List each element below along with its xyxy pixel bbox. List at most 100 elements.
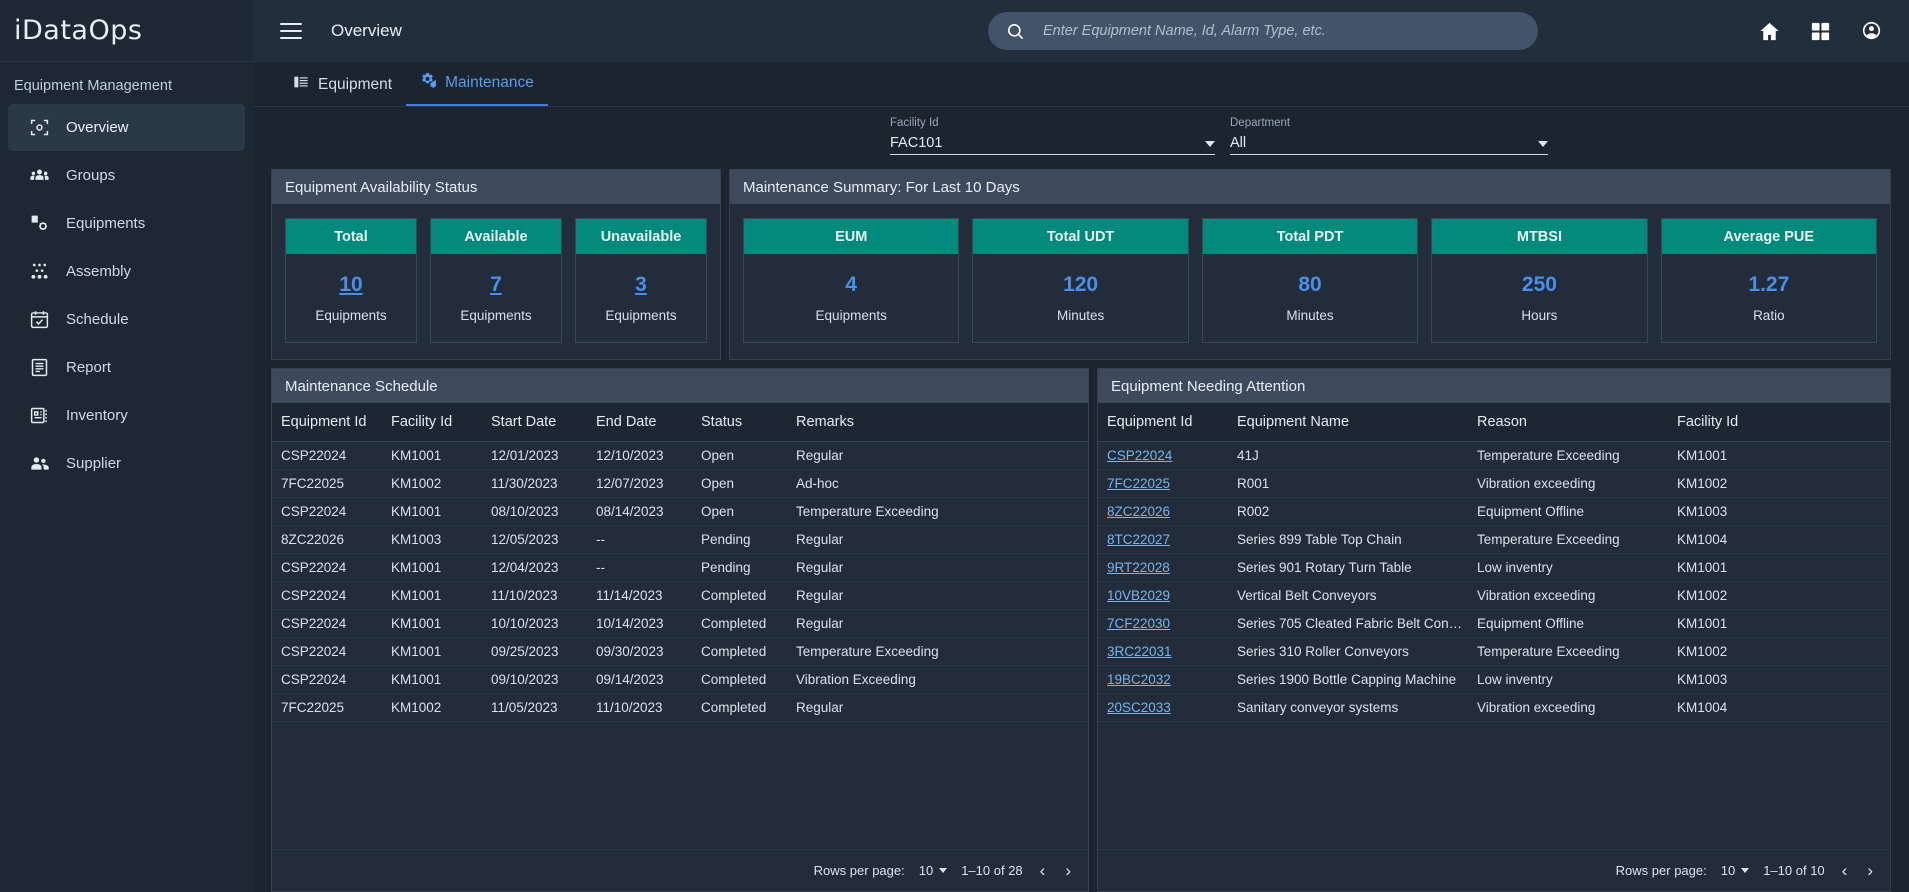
kpi-card-value[interactable]: 3 [635,273,647,297]
sidebar-item-groups[interactable]: Groups [8,152,245,199]
table-cell: KM1001 [382,553,482,581]
sidebar-item-label: Assembly [66,263,131,280]
hamburger-icon[interactable] [280,23,302,40]
table-cell: Completed [692,665,787,693]
cell-text[interactable]: 10VB2029 [1107,588,1170,603]
cell-text[interactable]: 3RC22031 [1107,644,1172,659]
equipment-id-link[interactable]: 20SC2033 [1098,693,1228,721]
kpi-card-value[interactable]: 7 [490,273,502,297]
sidebar-item-schedule[interactable]: Schedule [8,296,245,343]
table-row: 20SC2033Sanitary conveyor systemsVibrati… [1098,693,1890,721]
kpi-row: Equipment Availability Status Total10Equ… [253,169,1909,360]
table-cell: Open [692,441,787,469]
sidebar-item-supplier[interactable]: Supplier [8,440,245,487]
equipment-id-link[interactable]: 7CF22030 [1098,609,1228,637]
brand-logo[interactable]: iDataOps [0,0,253,62]
kpi-card-value: 80 [1298,273,1321,297]
filter-facility-id-label: Facility Id [890,117,1215,129]
kpi-card-unit: Equipments [315,308,386,323]
sidebar-item-assembly[interactable]: Assembly [8,248,245,295]
table-cell: Equipment Offline [1468,497,1668,525]
next-page-button[interactable]: › [1062,861,1074,881]
table-cell: Completed [692,609,787,637]
cell-text[interactable]: CSP22024 [1107,448,1172,463]
top-icon-group [1758,20,1883,43]
search-input[interactable]: Enter Equipment Name, Id, Alarm Type, et… [988,12,1538,50]
equipment-id-link[interactable]: CSP22024 [1098,441,1228,469]
table-row: 7CF22030Series 705 Cleated Fabric Belt C… [1098,609,1890,637]
equipment-id-link[interactable]: 8ZC22026 [1098,497,1228,525]
account-circle-icon[interactable] [1860,20,1883,43]
sidebar-item-inventory[interactable]: Inventory [8,392,245,439]
apps-grid-icon[interactable] [1809,20,1832,43]
table-cell: Vibration Exceeding [787,665,1088,693]
cell-text[interactable]: 7FC22025 [1107,476,1170,491]
filter-facility-id[interactable]: Facility Id FAC101 [890,117,1215,155]
column-header: Facility Id [382,403,482,441]
sidebar-item-label: Overview [66,119,129,136]
table-row: CSP22024KM100109/10/202309/14/2023Comple… [272,665,1088,693]
cell-text[interactable]: 7CF22030 [1107,616,1170,631]
table-cell: 8ZC22026 [272,525,382,553]
table-cell: Series 310 Roller Conveyors [1228,637,1468,665]
report-icon [28,357,50,379]
table-cell: Temperature Exceeding [1468,637,1668,665]
next-page-button[interactable]: › [1864,861,1876,881]
list-icon [293,74,309,95]
kpi-card-body: 7Equipments [431,254,561,342]
cell-text[interactable]: 8ZC22026 [1107,504,1170,519]
kpi-card-value[interactable]: 10 [339,273,362,297]
sidebar-item-overview[interactable]: Overview [8,104,245,151]
equipment-id-link[interactable]: 8TC22027 [1098,525,1228,553]
sidebar-item-report[interactable]: Report [8,344,245,391]
prev-page-button[interactable]: ‹ [1839,861,1851,881]
sidebar-item-equipments[interactable]: Equipments [8,200,245,247]
equipment-id-link[interactable]: 19BC2032 [1098,665,1228,693]
column-header: Status [692,403,787,441]
kpi-card-eum: EUM4Equipments [743,218,959,343]
equipment-gear-icon [28,213,50,235]
table-cell: 7FC22025 [272,693,382,721]
tab-maintenance[interactable]: Maintenance [406,72,548,106]
rows-per-page-select[interactable]: 10 [1721,863,1749,878]
table-row: CSP22024KM100108/10/202308/14/2023OpenTe… [272,497,1088,525]
gears-icon [420,72,436,93]
table-cell: Regular [787,581,1088,609]
cell-text[interactable]: 20SC2033 [1107,700,1171,715]
cell-text[interactable]: 9RT22028 [1107,560,1170,575]
equipment-id-link[interactable]: 10VB2029 [1098,581,1228,609]
cell-text[interactable]: 19BC2032 [1107,672,1171,687]
kpi-card-total: Total 10 Equipments [285,218,417,343]
table-cell: Completed [692,581,787,609]
table-cell: 09/30/2023 [587,637,692,665]
equipment-id-link[interactable]: 7FC22025 [1098,469,1228,497]
table-cell: 10/14/2023 [587,609,692,637]
table-cell: KM1002 [382,693,482,721]
filter-department[interactable]: Department All [1230,117,1548,155]
table-cell: CSP22024 [272,665,382,693]
sidebar-item-label: Inventory [66,407,128,424]
equipment-id-link[interactable]: 3RC22031 [1098,637,1228,665]
kpi-card-title: Unavailable [576,219,706,254]
panel-title: Maintenance Schedule [272,369,1088,403]
table-cell: 12/05/2023 [482,525,587,553]
home-icon[interactable] [1758,20,1781,43]
equipment-id-link[interactable]: 9RT22028 [1098,553,1228,581]
tab-equipment[interactable]: Equipment [279,74,406,106]
sidebar-nav: Overview GroupsEquipments Assembly Schedule… [0,104,253,488]
table-cell: Regular [787,525,1088,553]
sidebar-item-label: Supplier [66,455,121,472]
kpi-card-unit: Minutes [1057,308,1104,323]
column-header: Facility Id [1668,403,1890,441]
rows-per-page-select[interactable]: 10 [919,863,947,878]
kpi-card-unit: Equipments [816,308,887,323]
table-cell: Open [692,469,787,497]
cell-text[interactable]: 8TC22027 [1107,532,1170,547]
prev-page-button[interactable]: ‹ [1037,861,1049,881]
table-cell: Temperature Exceeding [1468,525,1668,553]
kpi-card-title: Total [286,219,416,254]
table-cell: 09/25/2023 [482,637,587,665]
kpi-card-value: 1.27 [1748,273,1789,297]
chevron-down-icon [1538,141,1548,147]
table-cell: Vibration exceeding [1468,693,1668,721]
